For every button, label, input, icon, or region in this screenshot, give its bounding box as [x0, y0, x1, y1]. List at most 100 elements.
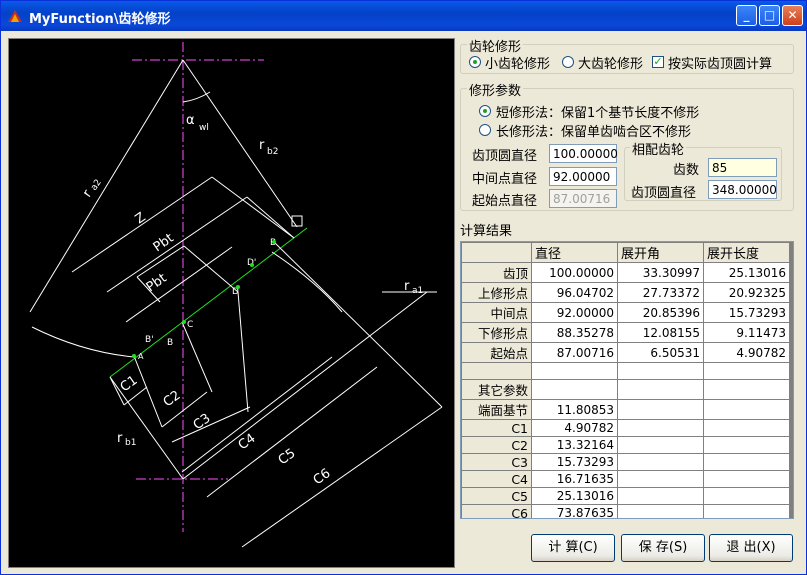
row-header[interactable]: 齿顶	[461, 262, 532, 283]
table-cell[interactable]: 12.08155	[617, 322, 704, 343]
row-header[interactable]: 下修形点	[461, 322, 532, 343]
table-cell[interactable]	[617, 419, 704, 437]
minimize-button[interactable]: _	[736, 5, 757, 26]
table-cell[interactable]	[703, 487, 790, 505]
table-cell[interactable]: 13.32164	[531, 436, 618, 454]
table-cell[interactable]: 33.30997	[617, 262, 704, 283]
small-gear-label[interactable]: 小齿轮修形	[485, 53, 550, 72]
maximize-button[interactable]: □	[759, 5, 780, 26]
table-cell[interactable]: 4.90782	[703, 342, 790, 363]
mating-tip-input[interactable]: 348.00000	[708, 180, 777, 199]
table-row[interactable]: 起始点 87.00716 6.50531 4.90782	[461, 342, 790, 363]
table-cell[interactable]	[703, 419, 790, 437]
table-cell[interactable]	[617, 470, 704, 488]
table-cell[interactable]: 87.00716	[531, 342, 618, 363]
table-cell[interactable]	[703, 504, 790, 518]
table-cell[interactable]: 20.85396	[617, 302, 704, 323]
row-header[interactable]: C6	[461, 504, 532, 518]
table-cell[interactable]	[617, 436, 704, 454]
table-cell[interactable]: 15.73293	[531, 453, 618, 471]
point-b-lower: B	[167, 338, 173, 348]
table-cell[interactable]	[531, 362, 618, 380]
row-header[interactable]: 中间点	[461, 302, 532, 323]
table-cell[interactable]: 100.00000	[531, 262, 618, 283]
row-header[interactable]: 端面基节	[461, 399, 532, 420]
label-rb2-sub: b2	[267, 147, 278, 157]
tip-diameter-input[interactable]: 100.00000	[549, 144, 618, 163]
mid-diameter-input[interactable]: 92.00000	[549, 167, 617, 186]
results-grid[interactable]: 直径 展开角 展开长度 齿顶 100.00000 33.30997 25.13016 上…	[460, 241, 794, 519]
params-group: 修形参数 短修形法：保留1个基节长度不修形 长修形法：保留单齿啮合区不修形 齿顶…	[460, 80, 794, 211]
long-method-label[interactable]: 长修形法：保留单齿啮合区不修形	[496, 121, 691, 140]
table-cell[interactable]	[703, 470, 790, 488]
table-cell[interactable]	[617, 379, 704, 400]
mating-gear-group: 相配齿轮 齿数 85 齿顶圆直径 348.00000	[624, 139, 782, 201]
row-header[interactable]: C4	[461, 470, 532, 488]
teeth-input[interactable]: 85	[708, 158, 777, 177]
row-header[interactable]: C5	[461, 487, 532, 505]
short-method-radio[interactable]	[479, 105, 491, 117]
table-cell[interactable]: 92.00000	[531, 302, 618, 323]
table-cell[interactable]: 6.50531	[617, 342, 704, 363]
table-cell[interactable]: 96.04702	[531, 282, 618, 303]
table-row[interactable]: 中间点 92.00000 20.85396 15.73293	[461, 302, 790, 323]
save-button[interactable]: 保 存(S)	[621, 534, 705, 562]
table-cell[interactable]	[531, 379, 618, 400]
small-gear-radio[interactable]	[469, 56, 481, 68]
table-row[interactable]: C3 15.73293	[461, 453, 790, 471]
table-cell[interactable]	[617, 504, 704, 518]
table-row[interactable]: C1 4.90782	[461, 419, 790, 437]
large-gear-radio[interactable]	[562, 56, 574, 68]
exit-button[interactable]: 退 出(X)	[709, 534, 793, 562]
table-cell[interactable]: 73.87635	[531, 504, 618, 518]
table-row[interactable]: C5 25.13016	[461, 487, 790, 505]
table-cell[interactable]: 15.73293	[703, 302, 790, 323]
short-method-label[interactable]: 短修形法：保留1个基节长度不修形	[496, 102, 699, 121]
table-row[interactable]: 齿顶 100.00000 33.30997 25.13016	[461, 262, 790, 283]
table-row[interactable]: C4 16.71635	[461, 470, 790, 488]
table-cell[interactable]	[703, 399, 790, 420]
label-alpha: α	[186, 113, 195, 128]
actual-tip-label[interactable]: 按实际齿顶圆计算	[668, 53, 772, 72]
close-button[interactable]: ✕	[782, 5, 803, 26]
table-row[interactable]: 上修形点 96.04702 27.73372 20.92325	[461, 282, 790, 303]
table-cell[interactable]: 16.71635	[531, 470, 618, 488]
table-cell[interactable]: 4.90782	[531, 419, 618, 437]
row-header[interactable]: 起始点	[461, 342, 532, 363]
table-cell[interactable]	[617, 487, 704, 505]
table-cell[interactable]	[703, 379, 790, 400]
actual-tip-checkbox[interactable]: ✓	[652, 56, 664, 68]
row-header[interactable]: 其它参数	[461, 379, 532, 400]
calculate-button[interactable]: 计 算(C)	[531, 534, 615, 562]
table-row[interactable]: 其它参数	[461, 379, 790, 400]
table-row[interactable]: C6 73.87635	[461, 504, 790, 518]
point-a: A	[138, 352, 144, 361]
table-cell[interactable]	[703, 453, 790, 471]
results-title: 计算结果	[460, 224, 513, 239]
table-row[interactable]: C2 13.32164	[461, 436, 790, 454]
table-cell[interactable]: 27.73372	[617, 282, 704, 303]
table-cell[interactable]	[617, 362, 704, 380]
table-cell[interactable]: 25.13016	[531, 487, 618, 505]
table-cell[interactable]: 88.35278	[531, 322, 618, 343]
table-cell[interactable]: 11.80853	[531, 399, 618, 420]
table-row[interactable]: 下修形点 88.35278 12.08155 9.11473	[461, 322, 790, 343]
table-cell[interactable]: 20.92325	[703, 282, 790, 303]
app-icon	[8, 10, 22, 22]
row-header[interactable]: C1	[461, 419, 532, 437]
row-header[interactable]: 上修形点	[461, 282, 532, 303]
row-header[interactable]: C3	[461, 453, 532, 471]
table-row[interactable]: 端面基节 11.80853	[461, 399, 790, 420]
large-gear-label[interactable]: 大齿轮修形	[578, 53, 643, 72]
table-cell[interactable]	[703, 436, 790, 454]
table-cell[interactable]	[617, 453, 704, 471]
table-cell[interactable]: 25.13016	[703, 262, 790, 283]
table-cell[interactable]	[703, 362, 790, 380]
table-cell[interactable]	[617, 399, 704, 420]
point-b-prime: B'	[145, 335, 154, 345]
table-row[interactable]	[461, 362, 790, 380]
long-method-radio[interactable]	[479, 124, 491, 136]
row-header[interactable]	[461, 362, 532, 380]
row-header[interactable]: C2	[461, 436, 532, 454]
table-cell[interactable]: 9.11473	[703, 322, 790, 343]
